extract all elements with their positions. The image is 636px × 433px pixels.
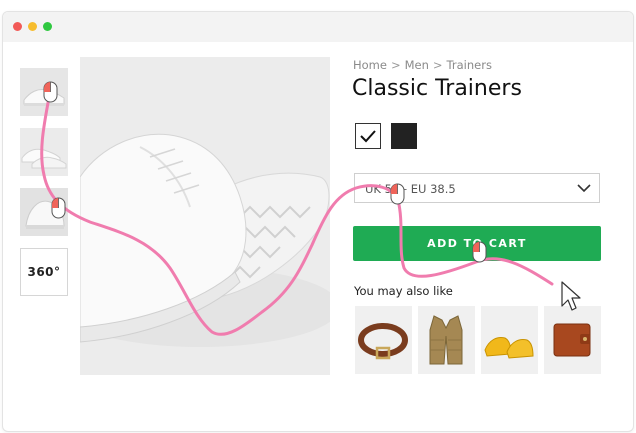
breadcrumb-separator: >: [432, 58, 443, 72]
thumbnail-side-view[interactable]: [20, 68, 68, 116]
add-to-cart-button[interactable]: ADD TO CART: [353, 226, 601, 261]
view-360-label: 360°: [27, 265, 61, 279]
minimize-window-button[interactable]: [28, 22, 37, 31]
sneaker-pair-icon: [20, 128, 68, 176]
breadcrumb: Home > Men > Trainers: [353, 58, 492, 72]
sneaker-front-icon: [20, 188, 68, 236]
vest-icon: [418, 306, 475, 374]
wallet-icon: [544, 306, 601, 374]
recommendation-vest[interactable]: [418, 306, 475, 374]
breadcrumb-trainers[interactable]: Trainers: [447, 58, 492, 72]
sneaker-main-image: [80, 57, 330, 375]
thumbnail-360-view[interactable]: 360°: [20, 248, 68, 296]
maximize-window-button[interactable]: [43, 22, 52, 31]
recommendation-belt[interactable]: [355, 306, 412, 374]
sneaker-side-icon: [20, 68, 68, 116]
product-title: Classic Trainers: [352, 76, 522, 101]
size-select-value: UK 5 — EU 38.5: [365, 182, 456, 196]
size-select[interactable]: UK 5 — EU 38.5: [354, 173, 600, 203]
breadcrumb-home[interactable]: Home: [353, 58, 387, 72]
color-swatch-white[interactable]: [355, 123, 381, 149]
recommendations-heading: You may also like: [354, 284, 453, 298]
checkmark-icon: [360, 130, 376, 143]
recommendation-yellow-shoes[interactable]: [481, 306, 538, 374]
close-window-button[interactable]: [13, 22, 22, 31]
thumbnail-pair-view[interactable]: [20, 128, 68, 176]
breadcrumb-men[interactable]: Men: [405, 58, 429, 72]
yellow-shoes-icon: [481, 306, 538, 374]
recommendation-wallet[interactable]: [544, 306, 601, 374]
color-swatch-black[interactable]: [391, 123, 417, 149]
thumbnail-front-view[interactable]: [20, 188, 68, 236]
main-product-image[interactable]: [80, 57, 330, 375]
belt-icon: [355, 306, 412, 374]
breadcrumb-separator: >: [390, 58, 401, 72]
chevron-down-icon: [577, 184, 591, 193]
window-titlebar: [3, 12, 633, 42]
